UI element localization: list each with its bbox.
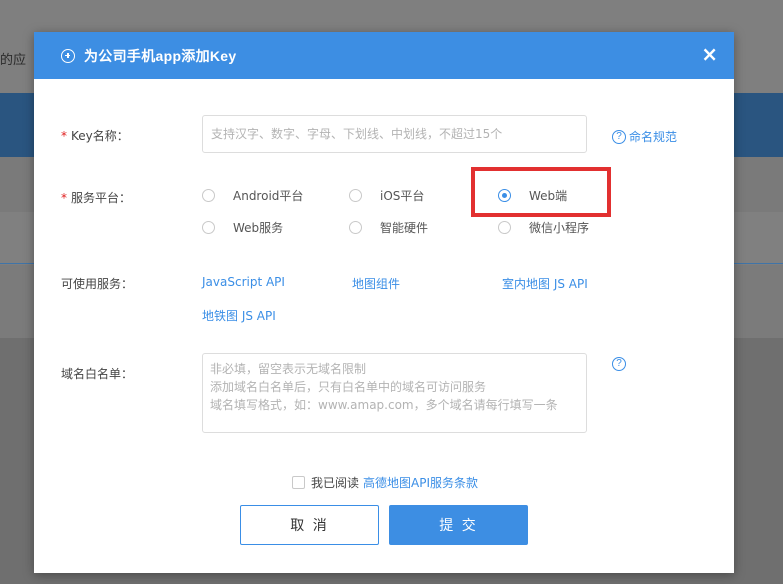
add-key-dialog: 为公司手机app添加Key × *Key名称： ? 命名规范 *服务平台： An…	[34, 32, 734, 573]
agreement-checkbox[interactable]	[292, 476, 305, 489]
dialog-header: 为公司手机app添加Key ×	[34, 32, 734, 79]
radio-smart-hardware[interactable]: 智能硬件	[349, 219, 428, 236]
required-marker: *	[61, 191, 67, 205]
service-indoor-map-js-api[interactable]: 室内地图 JS API	[502, 275, 588, 292]
agreement-row: 我已阅读 高德地图API服务条款	[292, 474, 478, 491]
radio-button[interactable]	[349, 189, 362, 202]
radio-wechat-miniprogram[interactable]: 微信小程序	[498, 219, 589, 236]
radio-button[interactable]	[349, 221, 362, 234]
plus-circle-icon	[61, 48, 75, 63]
key-name-label: * Key名称：	[61, 129, 129, 143]
question-circle-icon[interactable]: ?	[612, 357, 626, 371]
required-marker: *	[61, 129, 67, 143]
submit-button[interactable]: 提 交	[389, 505, 528, 545]
whitelist-label: 域名白名单：	[61, 367, 134, 381]
terms-link[interactable]: 高德地图API服务条款	[363, 474, 478, 491]
radio-web[interactable]: Web端	[498, 187, 567, 204]
radio-button[interactable]	[202, 189, 215, 202]
close-icon[interactable]: ×	[701, 44, 718, 64]
key-name-input[interactable]	[202, 115, 587, 153]
question-circle-icon: ?	[612, 129, 626, 144]
background-partial-text: 的应	[0, 53, 27, 68]
cancel-button[interactable]: 取 消	[240, 505, 379, 545]
services-label: 可使用服务：	[61, 277, 134, 291]
agreement-text: 我已阅读	[311, 476, 360, 490]
radio-button[interactable]	[202, 221, 215, 234]
platform-label: * 服务平台：	[61, 191, 132, 205]
service-map-component[interactable]: 地图组件	[352, 275, 400, 292]
service-javascript-api[interactable]: JavaScript API	[202, 275, 285, 289]
radio-ios[interactable]: iOS平台	[349, 187, 424, 204]
radio-button-selected[interactable]	[498, 189, 511, 202]
service-subway-map-js-api[interactable]: 地铁图 JS API	[202, 307, 276, 324]
radio-android[interactable]: Android平台	[202, 187, 303, 204]
domain-whitelist-textarea[interactable]	[202, 353, 587, 433]
naming-rules-link[interactable]: ? 命名规范	[612, 128, 677, 145]
radio-button[interactable]	[498, 221, 511, 234]
dialog-title: 为公司手机app添加Key	[84, 47, 237, 64]
radio-web-service[interactable]: Web服务	[202, 219, 283, 236]
